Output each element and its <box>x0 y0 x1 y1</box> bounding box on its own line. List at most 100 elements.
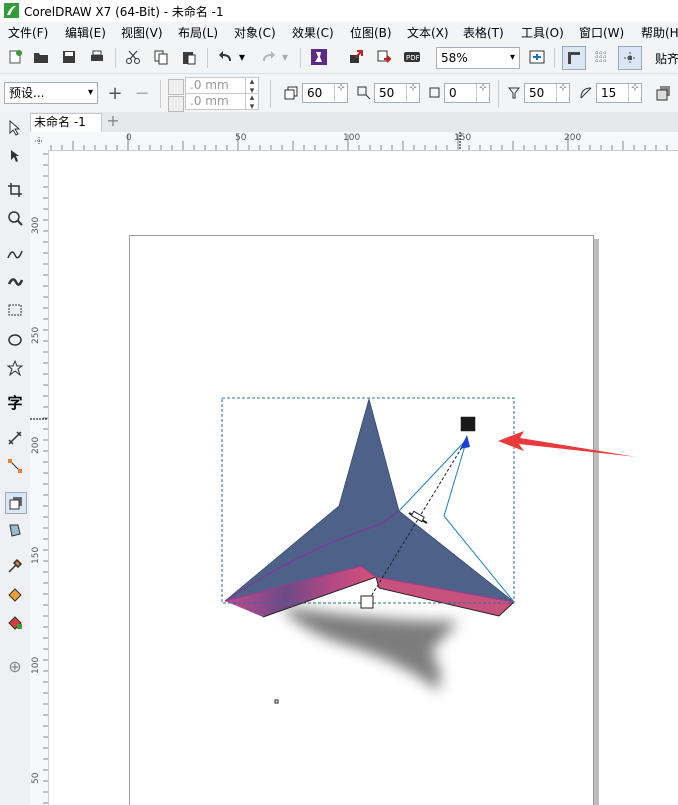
bevel-depth-spinner[interactable]: ⊹ <box>556 84 569 102</box>
toolbar-separator <box>498 80 499 108</box>
shape-tool-icon[interactable] <box>5 146 25 166</box>
crop-tool-icon[interactable] <box>5 180 25 200</box>
undo-dropdown-icon[interactable]: ▾ <box>236 46 248 68</box>
bevel-icon[interactable] <box>503 82 525 104</box>
object-height-field[interactable]: .0 mm ▴ ▾ <box>185 93 259 110</box>
menu-object[interactable]: 对象(C) <box>234 24 276 41</box>
bevel-angle-icon[interactable] <box>575 82 597 104</box>
bevel-depth-field[interactable]: 50 ⊹ <box>524 83 570 103</box>
ruler-label: 100 <box>31 656 41 674</box>
vanishing-point-field[interactable]: 50 ⊹ <box>374 83 420 103</box>
new-document-icon[interactable] <box>4 46 26 68</box>
menu-view[interactable]: 视图(V) <box>121 24 163 41</box>
rotation-spinner[interactable]: ⊹ <box>476 84 489 102</box>
open-folder-icon[interactable] <box>30 46 52 68</box>
add-tab-button[interactable]: + <box>104 113 122 131</box>
add-preset-icon[interactable]: + <box>104 82 126 104</box>
zoom-level-select[interactable]: 58% ▾ <box>436 47 520 69</box>
preset-dropdown-icon: ▾ <box>87 87 93 98</box>
height-spinner[interactable]: ▴ ▾ <box>245 94 258 109</box>
object-width-field[interactable]: .0 mm ▴ ▾ <box>185 77 259 94</box>
show-guidelines-icon[interactable] <box>618 46 642 70</box>
menu-text[interactable]: 文本(X) <box>407 24 449 41</box>
preset-value: 预设... <box>9 86 45 100</box>
rectangle-tool-icon[interactable] <box>5 300 25 320</box>
zoom-level-value: 58% <box>441 51 468 65</box>
smart-fill-icon[interactable] <box>5 612 25 632</box>
depth-spinner[interactable]: ⊹ <box>334 84 347 102</box>
save-icon[interactable] <box>58 46 80 68</box>
publish-pdf-icon[interactable]: PDF <box>401 46 423 68</box>
property-bar: 预设... ▾ + − .0 mm ▴ ▾ .0 mm ▴ ▾ 60 ⊹ 50 ⊹ … <box>0 74 678 113</box>
ruler-label: 250 <box>31 326 41 344</box>
document-tab-bar <box>30 112 678 132</box>
toolbar-separator <box>554 48 555 68</box>
menu-tools[interactable]: 工具(O) <box>521 24 564 41</box>
bevel-angle-field[interactable]: 15 ⊹ <box>596 83 642 103</box>
extrude-color-icon[interactable] <box>654 82 676 104</box>
add-tool-icon[interactable]: ⊕ <box>5 656 25 676</box>
import-icon[interactable] <box>345 46 367 68</box>
vanishing-spinner[interactable]: ⊹ <box>406 84 419 102</box>
rotation-field[interactable]: 0 ⊹ <box>444 83 490 103</box>
print-icon[interactable] <box>86 46 108 68</box>
extruded-star-artwork[interactable] <box>49 151 678 805</box>
menu-file[interactable]: 文件(F) <box>8 24 48 41</box>
width-spinner[interactable]: ▴ ▾ <box>245 78 258 93</box>
redo-dropdown-icon[interactable]: ▾ <box>279 46 291 68</box>
artistic-media-icon[interactable] <box>5 272 25 292</box>
ellipse-tool-icon[interactable] <box>5 330 25 350</box>
toolbar-separator <box>207 48 208 68</box>
extrude-origin-handle <box>360 595 374 609</box>
menu-layout[interactable]: 布局(L) <box>178 24 218 41</box>
height-icon <box>168 96 184 112</box>
horizontal-ruler[interactable]: 0 50 100 150 200 <box>48 132 678 151</box>
snap-to-label[interactable]: 贴齐 <box>655 50 678 67</box>
menu-effects[interactable]: 效果(C) <box>292 24 334 41</box>
transparency-tool-icon[interactable] <box>5 520 25 540</box>
width-icon <box>168 79 184 95</box>
text-tool-icon[interactable]: 字 <box>5 392 25 412</box>
vanishing-point-value: 50 <box>379 86 395 100</box>
bevel-angle-spinner[interactable]: ⊹ <box>628 84 641 102</box>
menu-help[interactable]: 帮助(H <box>641 24 678 41</box>
extrusion-depth-value: 60 <box>307 86 323 100</box>
eyedropper-tool-icon[interactable] <box>5 556 25 576</box>
cut-icon[interactable] <box>122 46 144 68</box>
interactive-effects-icon[interactable] <box>5 492 27 514</box>
search-content-icon[interactable] <box>308 46 330 68</box>
rotation-icon[interactable] <box>424 82 446 104</box>
freehand-tool-icon[interactable] <box>5 244 25 264</box>
interactive-fill-icon[interactable] <box>5 584 25 604</box>
paste-icon[interactable] <box>178 46 200 68</box>
ruler-origin[interactable] <box>30 132 48 150</box>
extrusion-depth-field[interactable]: 60 ⊹ <box>302 83 348 103</box>
parallel-dimension-icon[interactable] <box>5 428 25 448</box>
pick-tool-icon[interactable] <box>5 118 25 138</box>
preset-select[interactable]: 预设... ▾ <box>4 82 98 104</box>
menu-edit[interactable]: 编辑(E) <box>65 24 106 41</box>
export-icon[interactable] <box>373 46 395 68</box>
toolbar-separator <box>300 48 301 68</box>
menu-table[interactable]: 表格(T) <box>463 24 504 41</box>
svg-text:PDF: PDF <box>406 54 420 62</box>
polygon-tool-icon[interactable] <box>5 358 25 378</box>
toolbar-separator <box>270 80 271 108</box>
vanishing-point-icon[interactable] <box>353 82 375 104</box>
ruler-label: 100 <box>343 133 361 143</box>
show-grid-icon[interactable] <box>590 46 612 68</box>
document-tab[interactable]: 未命名 -1 <box>30 113 102 132</box>
vertical-ruler[interactable]: 300 250 200 150 100 50 <box>30 150 49 805</box>
remove-preset-icon[interactable]: − <box>131 82 153 104</box>
extrusion-type-icon[interactable] <box>280 82 302 104</box>
bevel-depth-value: 50 <box>529 86 545 100</box>
undo-icon[interactable] <box>215 46 237 68</box>
connector-tool-icon[interactable] <box>5 456 25 476</box>
zoom-tool-icon[interactable] <box>5 208 25 228</box>
full-screen-preview-icon[interactable] <box>526 46 548 68</box>
show-rulers-icon[interactable] <box>562 46 586 70</box>
redo-icon[interactable] <box>257 46 279 68</box>
copy-icon[interactable] <box>150 46 172 68</box>
menu-bitmaps[interactable]: 位图(B) <box>350 24 392 41</box>
menu-window[interactable]: 窗口(W) <box>579 24 624 41</box>
